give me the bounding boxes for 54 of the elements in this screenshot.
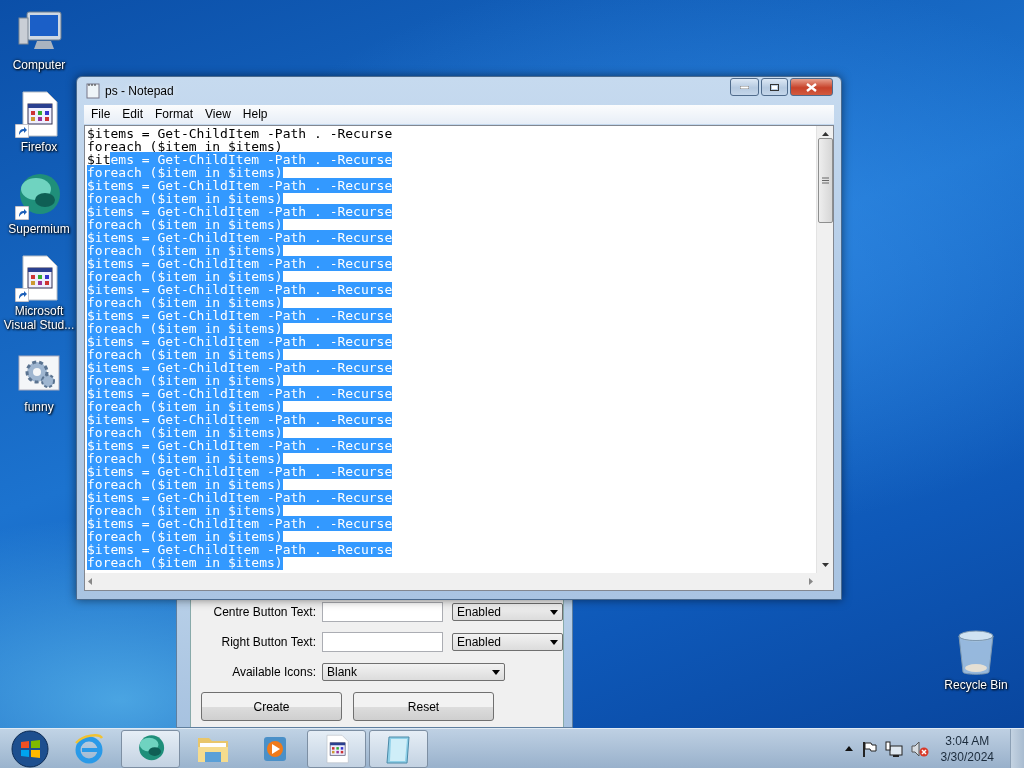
desktop-icon-label[interactable]: Recycle Bin [944,678,1008,692]
menu-item[interactable]: File [85,105,117,124]
desktop-icon-label[interactable]: Firefox [20,140,58,154]
window-title: ps - Notepad [105,84,175,98]
minimize-button[interactable] [730,78,759,96]
scrollbar-thumb[interactable] [817,138,833,223]
text-field[interactable] [322,602,443,622]
dropdown[interactable]: Enabled [452,633,563,651]
vertical-scrollbar[interactable] [816,126,833,573]
dropdown-caret-icon [550,609,558,615]
dropdown-caret-icon [492,669,500,675]
close-button[interactable] [790,78,833,96]
menu-item[interactable]: Edit [116,105,150,124]
clock-date[interactable]: 3/30/2024 [940,748,994,765]
field-label: Centre Button Text: [212,605,316,619]
dropdown-caret-icon [550,639,558,645]
desktop-icon-label[interactable]: Microsoft Visual Stud... [1,304,77,332]
clock-time[interactable]: 3:04 AM [945,732,990,749]
maximize-icon [770,83,779,91]
browser-e-icon [72,732,105,765]
grip-icon [821,177,829,184]
shortcut-arrow-icon [15,124,29,138]
taskbar-button[interactable] [307,729,366,768]
desktop-icon-label[interactable]: Supermium [8,222,70,236]
menu-item[interactable]: Help [236,105,274,124]
scroll-up-icon[interactable] [821,132,829,136]
menu-item[interactable]: Format [149,105,200,124]
dropdown[interactable]: Enabled [452,603,563,621]
maximize-button[interactable] [761,78,788,96]
flag-icon[interactable] [860,740,877,757]
taskbar-button[interactable] [369,729,428,768]
text-field[interactable] [322,632,443,652]
desktop-icon-label[interactable]: funny [24,400,54,414]
field-label: Available Icons: [231,665,316,679]
dialog-button[interactable]: Create [201,692,342,721]
menu-item[interactable]: View [199,105,237,124]
desktop-icon-label[interactable]: Computer [12,58,66,72]
shortcut-arrow-icon [15,206,29,220]
scroll-left-icon[interactable] [88,578,92,585]
scroll-right-icon[interactable] [809,578,813,585]
shortcut-arrow-icon [15,288,29,302]
horizontal-scrollbar[interactable] [85,573,816,590]
taskbar-button[interactable] [121,729,180,768]
field-label: Right Button Text: [220,635,316,649]
minimize-icon [740,85,749,89]
muted-speaker-icon[interactable] [910,740,929,757]
recycle-bin-icon [956,630,996,676]
scroll-down-icon[interactable] [821,563,829,567]
show-hidden-icons-icon[interactable] [844,746,853,751]
notepad-icon [86,83,100,99]
dropdown[interactable]: Blank [322,663,505,681]
network-icon[interactable] [884,740,903,757]
dialog-button[interactable]: Reset [353,692,494,721]
close-icon [806,82,817,92]
